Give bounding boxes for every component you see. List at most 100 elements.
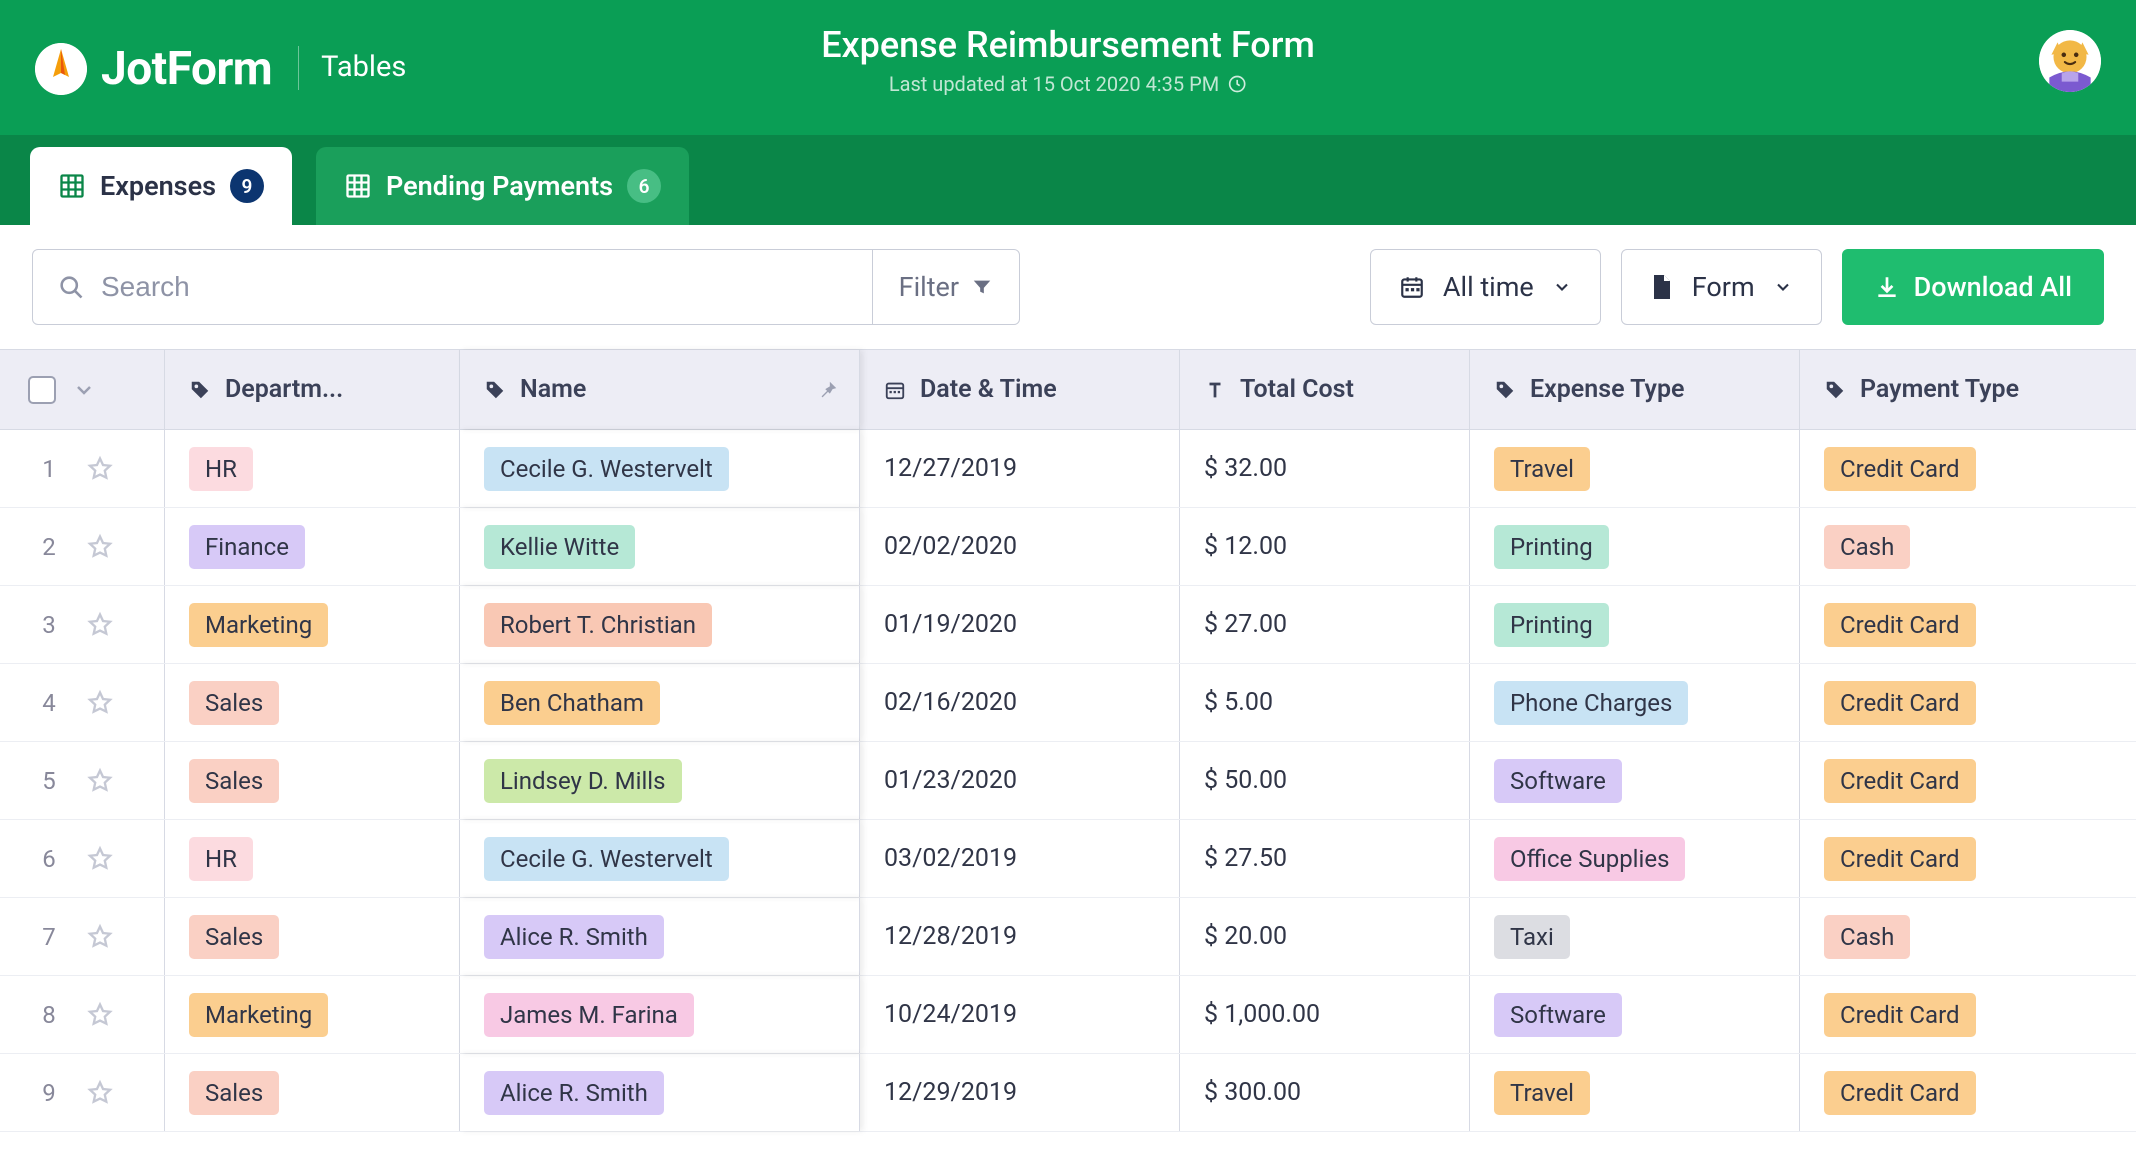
cell-date[interactable]: 01/23/2020 <box>860 742 1180 819</box>
cell-date[interactable]: 12/29/2019 <box>860 1054 1180 1131</box>
cell-department[interactable]: Marketing <box>165 586 460 663</box>
tag-icon <box>1824 379 1846 401</box>
cell-payment-type[interactable]: Credit Card <box>1800 976 2130 1053</box>
cell-payment-type[interactable]: Cash <box>1800 508 2130 585</box>
cell-cost[interactable]: $ 20.00 <box>1180 898 1470 975</box>
star-icon[interactable] <box>86 845 114 873</box>
table-row[interactable]: 4SalesBen Chatham02/16/2020$ 5.00Phone C… <box>0 664 2136 742</box>
filter-button[interactable]: Filter <box>872 250 1019 324</box>
cell-payment-type[interactable]: Credit Card <box>1800 742 2130 819</box>
cell-name[interactable]: Ben Chatham <box>460 664 860 741</box>
col-cost[interactable]: Total Cost <box>1180 350 1470 429</box>
cell-payment-type[interactable]: Credit Card <box>1800 664 2130 741</box>
cell-department[interactable]: Sales <box>165 664 460 741</box>
cell-date[interactable]: 02/02/2020 <box>860 508 1180 585</box>
cell-name[interactable]: Cecile G. Westervelt <box>460 820 860 897</box>
time-range-dropdown[interactable]: All time <box>1370 249 1601 325</box>
cell-department[interactable]: Marketing <box>165 976 460 1053</box>
cell-cost[interactable]: $ 50.00 <box>1180 742 1470 819</box>
cell-name[interactable]: Alice R. Smith <box>460 1054 860 1131</box>
cell-name[interactable]: Lindsey D. Mills <box>460 742 860 819</box>
cell-name[interactable]: James M. Farina <box>460 976 860 1053</box>
star-icon[interactable] <box>86 533 114 561</box>
table-row[interactable]: 5SalesLindsey D. Mills01/23/2020$ 50.00S… <box>0 742 2136 820</box>
cell-department[interactable]: Sales <box>165 898 460 975</box>
cell-cost[interactable]: $ 300.00 <box>1180 1054 1470 1131</box>
brand-block[interactable]: JotForm <box>35 42 272 96</box>
star-icon[interactable] <box>86 767 114 795</box>
star-icon[interactable] <box>86 1001 114 1029</box>
cell-department[interactable]: Sales <box>165 1054 460 1131</box>
cell-department[interactable]: HR <box>165 820 460 897</box>
table-row[interactable]: 8MarketingJames M. Farina10/24/2019$ 1,0… <box>0 976 2136 1054</box>
star-icon[interactable] <box>86 1079 114 1107</box>
cell-date[interactable]: 12/27/2019 <box>860 430 1180 507</box>
table-row[interactable]: 6HRCecile G. Westervelt03/02/2019$ 27.50… <box>0 820 2136 898</box>
cell-name[interactable]: Kellie Witte <box>460 508 860 585</box>
cell-date[interactable]: 12/28/2019 <box>860 898 1180 975</box>
data-table: Departm... Name Date & Time Total Cost E… <box>0 349 2136 1132</box>
cell-expense-type[interactable]: Office Supplies <box>1470 820 1800 897</box>
tab-expenses[interactable]: Expenses 9 <box>30 147 292 225</box>
cell-date[interactable]: 01/19/2020 <box>860 586 1180 663</box>
cell-name[interactable]: Alice R. Smith <box>460 898 860 975</box>
user-avatar[interactable] <box>2039 30 2101 92</box>
cell-cost[interactable]: $ 27.50 <box>1180 820 1470 897</box>
cell-department[interactable]: Finance <box>165 508 460 585</box>
cell-expense-type[interactable]: Phone Charges <box>1470 664 1800 741</box>
cell-cost[interactable]: $ 27.00 <box>1180 586 1470 663</box>
history-icon[interactable] <box>1227 74 1247 94</box>
star-icon[interactable] <box>86 455 114 483</box>
tab-pending-payments[interactable]: Pending Payments 6 <box>316 147 689 225</box>
cell-payment-type[interactable]: Credit Card <box>1800 1054 2130 1131</box>
cell-payment-type[interactable]: Credit Card <box>1800 820 2130 897</box>
select-all-checkbox[interactable] <box>28 376 56 404</box>
payment-chip: Credit Card <box>1824 759 1976 803</box>
row-number: 2 <box>28 533 70 561</box>
search-box[interactable] <box>33 250 872 324</box>
cell-cost[interactable]: $ 1,000.00 <box>1180 976 1470 1053</box>
col-date[interactable]: Date & Time <box>860 350 1180 429</box>
download-icon <box>1874 274 1900 300</box>
table-row[interactable]: 3MarketingRobert T. Christian01/19/2020$… <box>0 586 2136 664</box>
cell-cost[interactable]: $ 12.00 <box>1180 508 1470 585</box>
download-all-button[interactable]: Download All <box>1842 249 2104 325</box>
star-icon[interactable] <box>86 689 114 717</box>
cell-expense-type[interactable]: Travel <box>1470 430 1800 507</box>
search-input[interactable] <box>101 271 848 303</box>
chevron-down-icon[interactable] <box>72 378 96 402</box>
cell-expense-type[interactable]: Taxi <box>1470 898 1800 975</box>
cell-payment-type[interactable]: Cash <box>1800 898 2130 975</box>
cell-cost[interactable]: $ 32.00 <box>1180 430 1470 507</box>
cell-expense-type[interactable]: Software <box>1470 742 1800 819</box>
cell-payment-type[interactable]: Credit Card <box>1800 586 2130 663</box>
cell-cost[interactable]: $ 5.00 <box>1180 664 1470 741</box>
cell-date[interactable]: 10/24/2019 <box>860 976 1180 1053</box>
brand-section[interactable]: Tables <box>321 50 406 84</box>
expense-chip: Printing <box>1494 525 1609 569</box>
cell-name[interactable]: Cecile G. Westervelt <box>460 430 860 507</box>
cell-expense-type[interactable]: Travel <box>1470 1054 1800 1131</box>
cell-date[interactable]: 03/02/2019 <box>860 820 1180 897</box>
pin-icon[interactable] <box>817 379 839 401</box>
cell-expense-type[interactable]: Printing <box>1470 586 1800 663</box>
form-dropdown[interactable]: Form <box>1621 249 1822 325</box>
cell-payment-type[interactable]: Credit Card <box>1800 430 2130 507</box>
cell-expense-type[interactable]: Printing <box>1470 508 1800 585</box>
table-row[interactable]: 7SalesAlice R. Smith12/28/2019$ 20.00Tax… <box>0 898 2136 976</box>
table-row[interactable]: 2 FinanceKellie Witte02/02/2020$ 12.00 Pri… <box>0 508 2136 586</box>
table-row[interactable]: 9SalesAlice R. Smith12/29/2019$ 300.00Tr… <box>0 1054 2136 1132</box>
cell-department[interactable]: Sales <box>165 742 460 819</box>
cell-date[interactable]: 02/16/2020 <box>860 664 1180 741</box>
col-payment-type[interactable]: Payment Type <box>1800 350 2130 429</box>
cell-department[interactable]: HR <box>165 430 460 507</box>
col-department[interactable]: Departm... <box>165 350 460 429</box>
col-name[interactable]: Name <box>460 350 860 429</box>
table-row[interactable]: 1HRCecile G. Westervelt12/27/2019$ 32.00… <box>0 430 2136 508</box>
star-icon[interactable] <box>86 611 114 639</box>
col-expense-type[interactable]: Expense Type <box>1470 350 1800 429</box>
cell-name[interactable]: Robert T. Christian <box>460 586 860 663</box>
cell-expense-type[interactable]: Software <box>1470 976 1800 1053</box>
star-icon[interactable] <box>86 923 114 951</box>
col-select <box>0 350 165 429</box>
